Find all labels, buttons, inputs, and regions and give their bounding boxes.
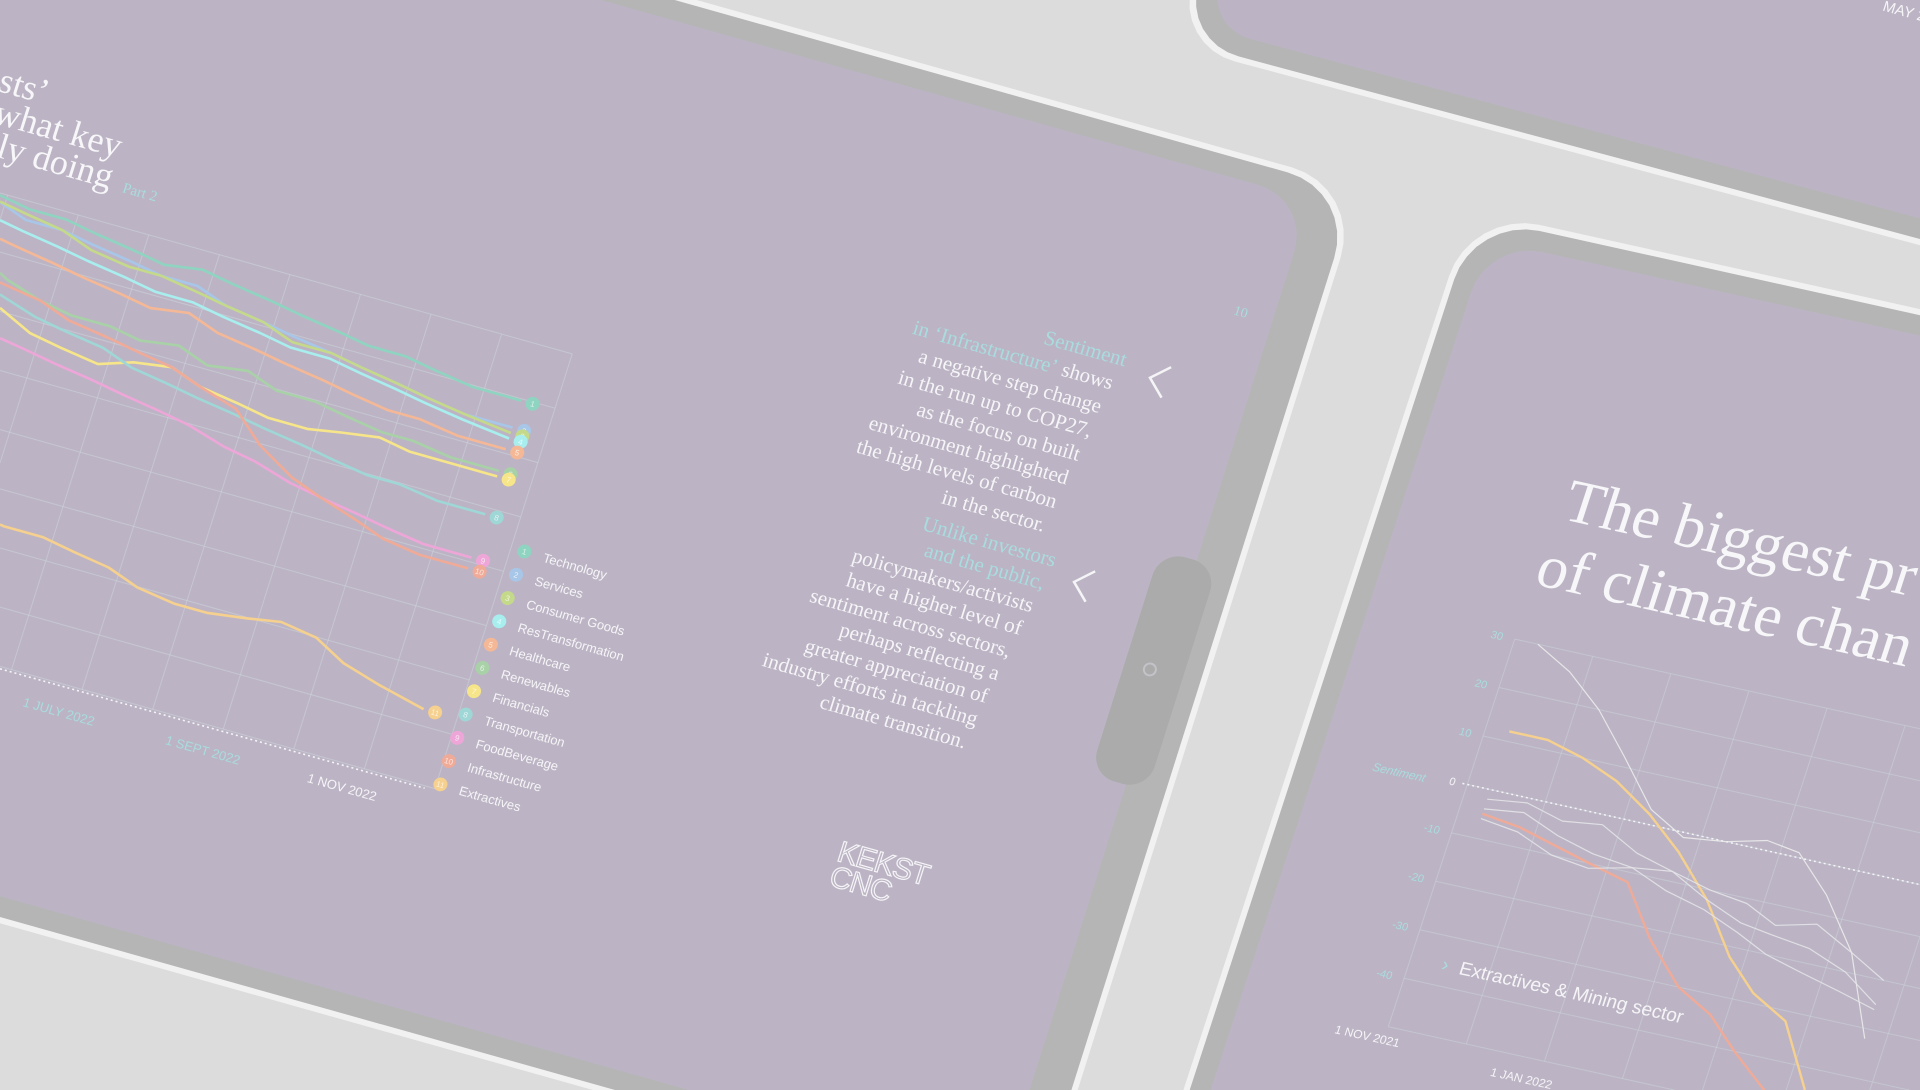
tablet-mockup-scene: MAY 2 The biggest pr of climate chan 302…	[0, 0, 1920, 1090]
